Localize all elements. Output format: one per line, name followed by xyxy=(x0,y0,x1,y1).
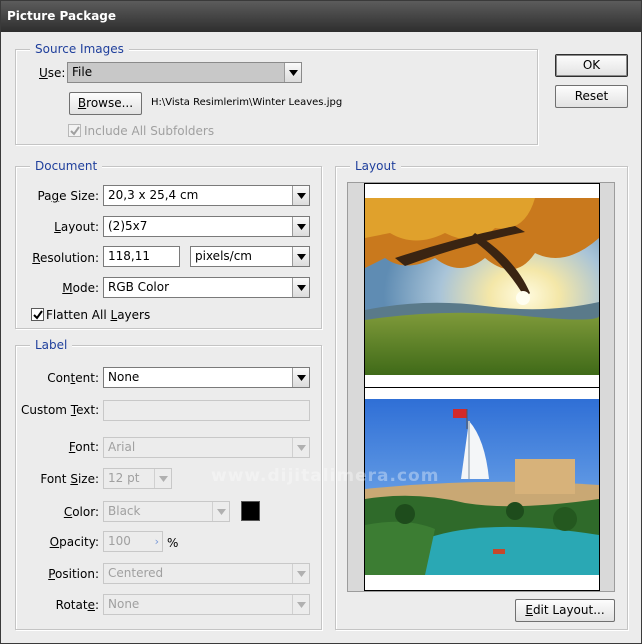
custom-text-input[interactable] xyxy=(103,400,310,421)
rotate-dropdown[interactable]: None xyxy=(103,594,310,615)
flatten-layers-label: Flatten All Layers xyxy=(46,308,151,322)
use-label: Use: xyxy=(39,66,66,80)
chevron-down-icon xyxy=(292,278,309,297)
layout-value: (2)5x7 xyxy=(108,219,148,233)
font-value: Arial xyxy=(108,440,136,454)
color-swatch[interactable] xyxy=(241,501,260,521)
dubai-resort-photo[interactable] xyxy=(365,399,599,575)
mode-value: RGB Color xyxy=(108,280,170,294)
picture-package-dialog: Picture Package OK Reset Source Images U… xyxy=(0,0,642,644)
label-legend: Label xyxy=(30,338,73,352)
position-label: Position: xyxy=(48,567,99,581)
chevron-down-icon xyxy=(212,502,229,521)
source-images-legend: Source Images xyxy=(30,42,129,56)
use-dropdown-value: File xyxy=(72,65,93,79)
rotate-label: Rotate: xyxy=(55,598,99,612)
preview-page xyxy=(364,183,600,591)
resolution-unit-dropdown[interactable]: pixels/cm xyxy=(190,246,310,267)
page-divider xyxy=(365,387,599,388)
include-subfolders-checkbox[interactable] xyxy=(68,124,81,137)
chevron-right-icon[interactable]: › xyxy=(155,532,159,551)
chevron-down-icon xyxy=(154,469,171,488)
opacity-input[interactable]: 100 › xyxy=(103,531,163,552)
content-value: None xyxy=(108,370,140,384)
font-size-value: 12 pt xyxy=(108,471,140,485)
content-label: Content: xyxy=(47,371,99,385)
font-size-dropdown[interactable]: 12 pt xyxy=(103,468,172,489)
resolution-input[interactable]: 118,11 xyxy=(103,246,180,267)
flatten-layers-checkbox[interactable] xyxy=(31,308,44,321)
chevron-down-icon xyxy=(292,368,309,387)
mode-dropdown[interactable]: RGB Color xyxy=(103,277,310,298)
layout-label: Layout: xyxy=(54,220,99,234)
autumn-tree-photo[interactable] xyxy=(365,198,599,375)
chevron-down-icon xyxy=(292,595,309,614)
chevron-down-icon xyxy=(292,217,309,236)
document-legend: Document xyxy=(30,159,103,173)
edit-layout-button[interactable]: Edit Layout... xyxy=(515,599,615,622)
window-title: Picture Package xyxy=(1,1,641,32)
file-path-text: H:\Vista Resimlerim\Winter Leaves.jpg xyxy=(151,97,343,108)
include-subfolders-label: Include All Subfolders xyxy=(84,124,215,138)
custom-text-label: Custom Text: xyxy=(21,403,100,417)
page-size-label: Page Size: xyxy=(37,189,99,203)
position-value: Centered xyxy=(108,566,164,580)
use-dropdown[interactable]: File xyxy=(67,62,302,83)
font-dropdown[interactable]: Arial xyxy=(103,437,310,458)
chevron-down-icon xyxy=(284,63,301,82)
reset-button[interactable]: Reset xyxy=(555,85,628,108)
chevron-down-icon xyxy=(292,564,309,583)
content-dropdown[interactable]: None xyxy=(103,367,310,388)
font-size-label: Font Size: xyxy=(40,472,99,486)
watermark-text: www.dijitalimera.com xyxy=(211,466,440,486)
opacity-value: 100 xyxy=(108,534,131,548)
chevron-down-icon xyxy=(292,247,309,266)
rotate-value: None xyxy=(108,597,140,611)
color-label: Color: xyxy=(63,505,99,519)
chevron-down-icon xyxy=(292,438,309,457)
color-value: Black xyxy=(108,504,141,518)
opacity-unit: % xyxy=(167,536,179,550)
chevron-down-icon xyxy=(292,186,309,205)
layout-legend: Layout xyxy=(350,159,401,173)
page-size-value: 20,3 x 25,4 cm xyxy=(108,188,199,202)
position-dropdown[interactable]: Centered xyxy=(103,563,310,584)
ok-button[interactable]: OK xyxy=(555,54,628,77)
resolution-label: Resolution: xyxy=(32,251,99,265)
opacity-label: Opacity: xyxy=(49,535,99,549)
resolution-unit-value: pixels/cm xyxy=(195,249,252,263)
page-size-dropdown[interactable]: 20,3 x 25,4 cm xyxy=(103,185,310,206)
browse-button[interactable]: Browse... xyxy=(69,92,142,115)
layout-dropdown[interactable]: (2)5x7 xyxy=(103,216,310,237)
color-dropdown[interactable]: Black xyxy=(103,501,230,522)
mode-label: Mode: xyxy=(62,281,99,295)
font-label: Font: xyxy=(68,440,99,454)
layout-preview xyxy=(347,182,615,592)
